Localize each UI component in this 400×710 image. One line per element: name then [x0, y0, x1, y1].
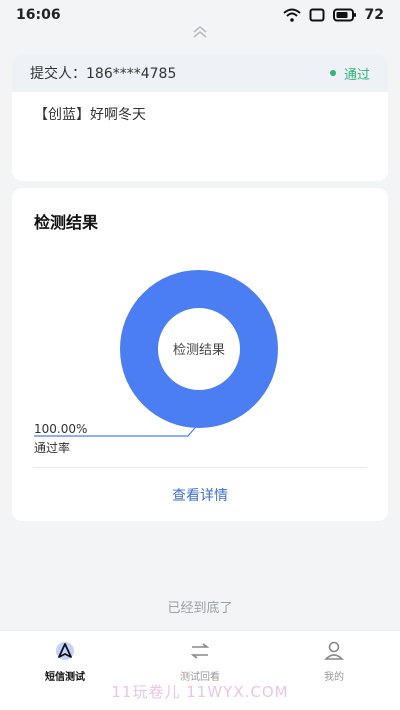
battery-icon [332, 8, 356, 22]
send-icon [56, 641, 74, 660]
submission-card: 提交人：186****4785 通过 【创蓝】好啊冬天 [12, 54, 388, 181]
message-content: 【创蓝】好啊冬天 [34, 107, 146, 123]
callout-value: 100.00% [34, 422, 87, 436]
status-dot [329, 70, 336, 76]
submission-header: 提交人：186****4785 通过 [12, 54, 388, 92]
result-card: 检测结果 检测结果 100.00% 通过率 查看详情 [12, 188, 388, 521]
callout-label: 通过率 [34, 440, 70, 455]
status-icons: 72 [282, 7, 384, 23]
status-text: 通过 [343, 67, 370, 83]
watermark: 11玩卷儿 11WYX.COM [111, 683, 289, 701]
submitter-phone: 186****4785 [86, 66, 177, 82]
status-badge: 通过 [329, 64, 370, 83]
donut-center-label: 检测结果 [173, 343, 225, 358]
window-icon [309, 8, 325, 22]
callout-dot [196, 418, 204, 426]
view-details-link[interactable]: 查看详情 [12, 485, 388, 505]
submitter-label: 提交人： [30, 66, 86, 82]
battery-level: 72 [364, 7, 384, 23]
bottom-tab-bar: 短信测试 测试回看 我的 11玩卷儿 11WYX.COM [0, 630, 400, 710]
end-of-list-text: 已经到底了 [167, 601, 233, 616]
transfer-icon [190, 642, 210, 659]
donut-chart: 检测结果 100.00% 通过率 [34, 270, 278, 455]
user-icon [324, 641, 344, 660]
submitter-info: 提交人：186****4785 [30, 63, 176, 83]
divider [33, 467, 367, 468]
wifi-icon [282, 8, 301, 22]
status-time: 16:06 [16, 7, 61, 23]
chevron-up-icon[interactable] [190, 24, 210, 40]
